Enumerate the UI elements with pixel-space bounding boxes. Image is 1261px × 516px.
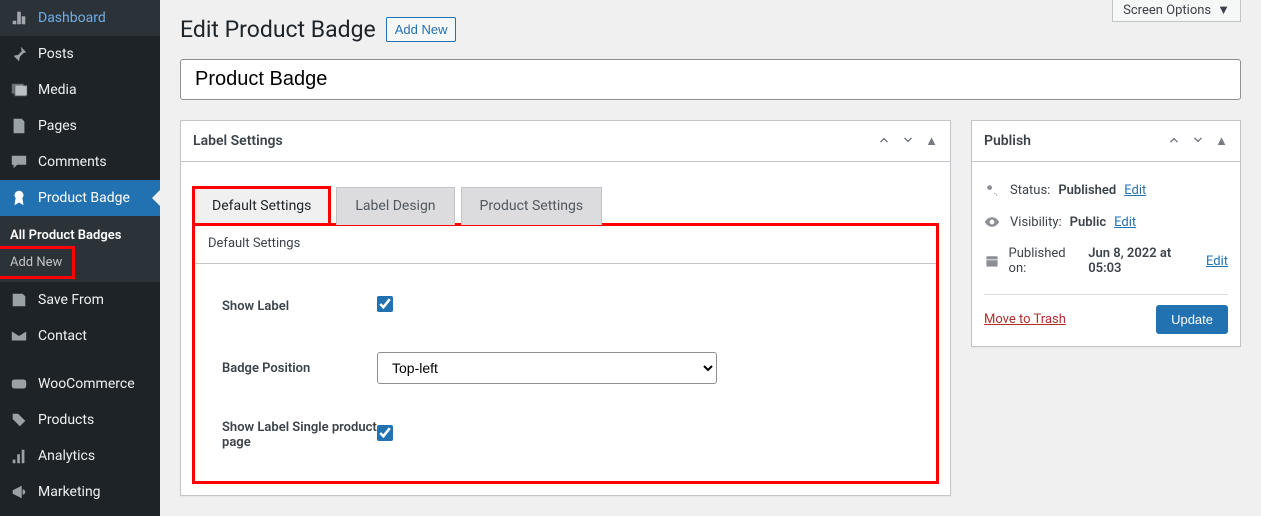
show-single-label: Show Label Single product page: [222, 420, 377, 450]
post-title-input[interactable]: [180, 59, 1241, 100]
sidebar-submenu: All Product Badges Add New: [0, 216, 160, 282]
sidebar-item-comments[interactable]: Comments: [0, 144, 160, 180]
add-new-button[interactable]: Add New: [386, 17, 457, 42]
published-label: Published on:: [1009, 246, 1081, 276]
key-icon: [984, 182, 1002, 198]
calendar-icon: [984, 253, 1001, 269]
sidebar-item-label: Analytics: [38, 448, 95, 464]
edit-visibility-link[interactable]: Edit: [1114, 215, 1136, 230]
label-settings-box: Label Settings ▲ Default Settings Label …: [180, 120, 951, 496]
sidebar-item-label: Contact: [38, 328, 87, 344]
publish-heading: Publish: [984, 121, 1031, 161]
tab-label-design[interactable]: Label Design: [336, 187, 454, 225]
sidebar-item-dashboard[interactable]: Dashboard: [0, 0, 160, 36]
sidebar-item-label: Dashboard: [38, 10, 106, 26]
sidebar-item-product-badge[interactable]: Product Badge: [0, 180, 160, 216]
sidebar-item-marketing[interactable]: Marketing: [0, 474, 160, 510]
pin-icon: [10, 44, 30, 64]
sidebar-item-label: Comments: [38, 154, 107, 170]
show-label-label: Show Label: [222, 299, 377, 314]
products-icon: [10, 410, 30, 430]
sidebar-item-label: Product Badge: [38, 190, 130, 206]
sidebar-item-posts[interactable]: Posts: [0, 36, 160, 72]
badge-position-label: Badge Position: [222, 361, 377, 376]
sidebar-item-analytics[interactable]: Analytics: [0, 438, 160, 474]
label-settings-heading: Label Settings: [193, 121, 283, 161]
eye-icon: [984, 214, 1002, 230]
sidebar-item-label: Marketing: [38, 484, 101, 500]
sidebar-item-pages[interactable]: Pages: [0, 108, 160, 144]
tabs: Default Settings Label Design Product Se…: [193, 174, 938, 225]
tab-product-settings[interactable]: Product Settings: [461, 187, 603, 225]
sidebar-item-label: Pages: [38, 118, 77, 134]
publish-box: Publish ▲ Status: Published Edit: [971, 120, 1241, 347]
show-single-checkbox[interactable]: [377, 425, 393, 441]
edit-status-link[interactable]: Edit: [1124, 183, 1146, 198]
megaphone-icon: [10, 482, 30, 502]
chevron-up-icon[interactable]: [877, 133, 891, 149]
show-label-checkbox[interactable]: [377, 296, 393, 312]
sidebar-item-label: Save From: [38, 292, 104, 308]
caret-up-icon[interactable]: ▲: [925, 133, 938, 149]
tab-content-default: Default Settings Show Label Badge Positi…: [193, 224, 938, 483]
chevron-up-icon[interactable]: [1167, 133, 1181, 149]
main-content: Screen Options ▼ Edit Product Badge Add …: [160, 0, 1261, 516]
edit-date-link[interactable]: Edit: [1206, 254, 1228, 269]
sidebar-item-products[interactable]: Products: [0, 402, 160, 438]
pages-icon: [10, 116, 30, 136]
chevron-down-icon[interactable]: [1191, 133, 1205, 149]
sidebar-item-label: WooCommerce: [38, 376, 135, 392]
media-icon: [10, 80, 30, 100]
sidebar-item-media[interactable]: Media: [0, 72, 160, 108]
submenu-item-add-new[interactable]: Add New: [0, 249, 72, 276]
badge-icon: [10, 188, 30, 208]
screen-options-label: Screen Options: [1123, 3, 1211, 18]
visibility-value: Public: [1070, 215, 1106, 230]
chevron-down-icon[interactable]: [901, 133, 915, 149]
comments-icon: [10, 152, 30, 172]
admin-sidebar: Dashboard Posts Media Pages Comments Pro…: [0, 0, 160, 516]
update-button[interactable]: Update: [1156, 305, 1228, 334]
section-title: Default Settings: [194, 224, 937, 264]
page-title: Edit Product Badge: [180, 16, 376, 43]
sidebar-item-label: Media: [38, 82, 77, 98]
sidebar-item-save-from[interactable]: Save From: [0, 282, 160, 318]
caret-up-icon[interactable]: ▲: [1215, 133, 1228, 149]
sidebar-item-contact[interactable]: Contact: [0, 318, 160, 354]
dashboard-icon: [10, 8, 30, 28]
chevron-down-icon: ▼: [1217, 2, 1230, 18]
save-icon: [10, 290, 30, 310]
submenu-item-all-badges[interactable]: All Product Badges: [0, 222, 160, 249]
woo-icon: [10, 374, 30, 394]
analytics-icon: [10, 446, 30, 466]
status-value: Published: [1058, 183, 1116, 198]
screen-options-button[interactable]: Screen Options ▼: [1112, 0, 1241, 22]
tab-default-settings[interactable]: Default Settings: [193, 187, 330, 225]
move-to-trash-link[interactable]: Move to Trash: [984, 312, 1066, 327]
status-label: Status:: [1010, 183, 1050, 198]
sidebar-item-woocommerce[interactable]: WooCommerce: [0, 366, 160, 402]
published-value: Jun 8, 2022 at 05:03: [1088, 246, 1198, 276]
sidebar-item-label: Posts: [38, 46, 74, 62]
badge-position-select[interactable]: Top-left: [377, 352, 717, 384]
visibility-label: Visibility:: [1010, 215, 1062, 230]
envelope-icon: [10, 326, 30, 346]
sidebar-item-label: Products: [38, 412, 94, 428]
